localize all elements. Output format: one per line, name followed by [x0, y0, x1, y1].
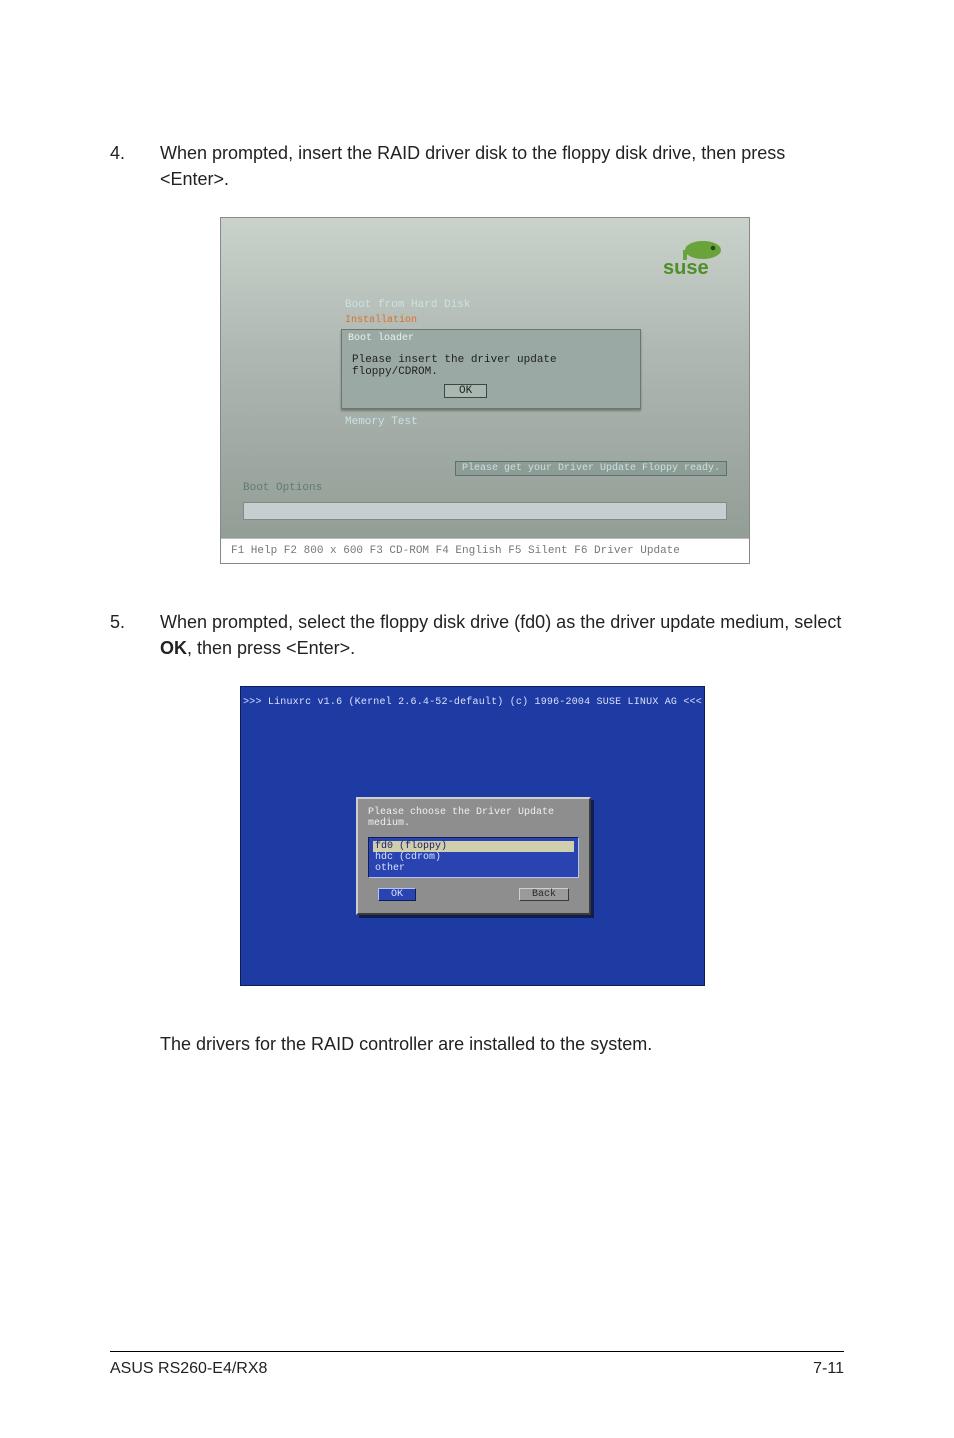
step-4-number: 4.	[110, 140, 160, 192]
dialog-buttons: OK Back	[368, 888, 579, 901]
step-5: 5. When prompted, select the floppy disk…	[110, 609, 844, 661]
suse-logo-icon: suse	[659, 238, 727, 278]
modal-title: Boot loader	[342, 333, 640, 346]
footer-page-number: 7-11	[813, 1360, 844, 1378]
linuxrc-screenshot-wrap: >>> Linuxrc v1.6 (Kernel 2.6.4-52-defaul…	[240, 686, 844, 986]
driver-ready-hint: Please get your Driver Update Floppy rea…	[455, 461, 727, 476]
driver-medium-dialog: Please choose the Driver Update medium. …	[356, 797, 591, 915]
suse-main-area: suse Boot from Hard Disk Installation Bo…	[221, 218, 749, 538]
modal-body: Please insert the driver update floppy/C…	[342, 346, 640, 408]
driver-update-modal: Boot loader Please insert the driver upd…	[341, 329, 641, 409]
step-5-text-a: When prompted, select the floppy disk dr…	[160, 612, 841, 632]
suse-fnkey-bar: F1 Help F2 800 x 600 F3 CD-ROM F4 Englis…	[221, 538, 749, 563]
modal-message: Please insert the driver update floppy/C…	[352, 354, 632, 378]
driver-medium-list[interactable]: fd0 (floppy) hdc (cdrom) other	[368, 837, 579, 878]
step-4-text: When prompted, insert the RAID driver di…	[160, 140, 844, 192]
option-hdc[interactable]: hdc (cdrom)	[373, 852, 574, 863]
back-button[interactable]: Back	[519, 888, 569, 901]
step-4: 4. When prompted, insert the RAID driver…	[110, 140, 844, 192]
boot-menu: Boot from Hard Disk Installation Boot lo…	[341, 298, 641, 431]
driver-medium-prompt: Please choose the Driver Update medium.	[368, 807, 579, 829]
step-5-text-b: , then press <Enter>.	[187, 638, 355, 658]
step-5-number: 5.	[110, 609, 160, 661]
menu-memory-test[interactable]: Memory Test	[341, 415, 641, 431]
ok-button[interactable]: OK	[378, 888, 416, 901]
footer-product: ASUS RS260-E4/RX8	[110, 1360, 267, 1378]
boot-options-label: Boot Options	[243, 482, 322, 494]
option-other[interactable]: other	[373, 863, 574, 874]
option-fd0[interactable]: fd0 (floppy)	[373, 841, 574, 852]
linuxrc-screen: >>> Linuxrc v1.6 (Kernel 2.6.4-52-defaul…	[240, 686, 705, 986]
suse-screenshot-wrap: suse Boot from Hard Disk Installation Bo…	[220, 217, 844, 564]
ok-button[interactable]: OK	[444, 384, 487, 398]
post-install-note: The drivers for the RAID controller are …	[160, 1031, 844, 1057]
page-footer: ASUS RS260-E4/RX8 7-11	[110, 1351, 844, 1378]
boot-options-input[interactable]	[243, 502, 727, 520]
suse-boot-screen: suse Boot from Hard Disk Installation Bo…	[220, 217, 750, 564]
step-5-bold: OK	[160, 638, 187, 658]
menu-boot-from-hd[interactable]: Boot from Hard Disk	[341, 298, 641, 314]
menu-installation[interactable]: Installation	[341, 314, 641, 329]
linuxrc-header: >>> Linuxrc v1.6 (Kernel 2.6.4-52-defaul…	[241, 687, 704, 708]
step-5-text: When prompted, select the floppy disk dr…	[160, 609, 844, 661]
svg-text:suse: suse	[663, 257, 709, 278]
